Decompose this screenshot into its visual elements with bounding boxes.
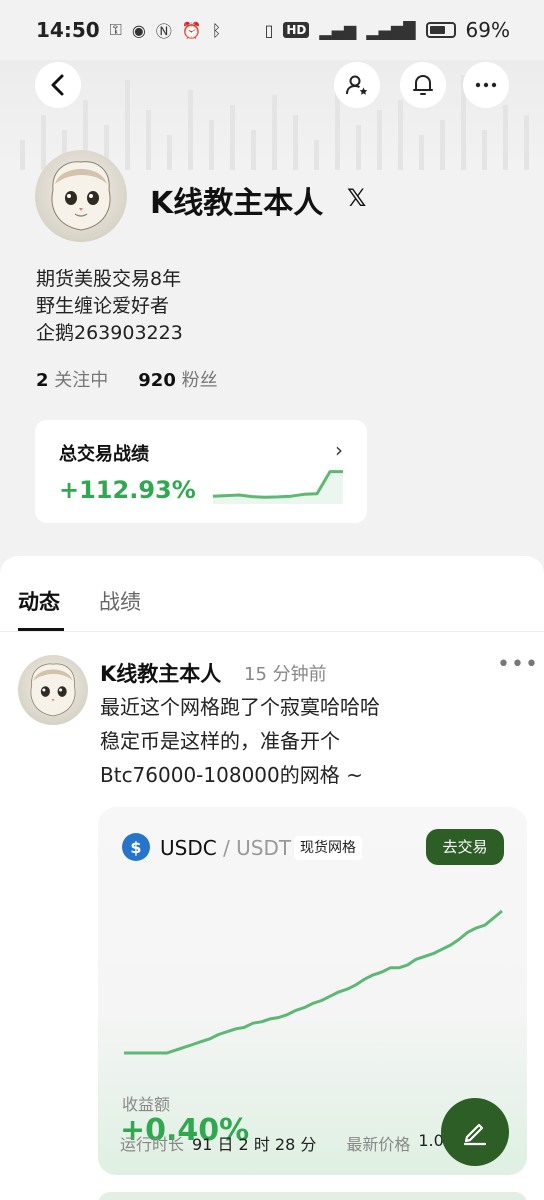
status-right: ▯ HD ▂▄▆ ▂▄▆█ 69% — [265, 18, 510, 42]
decorative-bar — [440, 120, 445, 170]
x-link-icon[interactable]: 𝕏 — [347, 184, 366, 212]
post-author[interactable]: K线教主本人 — [100, 658, 221, 688]
followers-label: 粉丝 — [181, 370, 218, 391]
decorative-bar — [251, 130, 256, 170]
decorative-bar — [188, 90, 193, 170]
decorative-bar — [314, 140, 319, 170]
decorative-bar — [524, 115, 529, 170]
following-stat[interactable]: 2 关注中 — [36, 366, 108, 392]
decorative-bar — [503, 105, 508, 170]
usdc-coin-icon: $ — [122, 833, 150, 861]
decorative-bar — [482, 130, 487, 170]
battery-icon — [425, 22, 456, 38]
followers-stat[interactable]: 920 粉丝 — [138, 366, 217, 392]
active-tab-indicator — [18, 628, 64, 631]
more-icon — [475, 82, 497, 88]
bell-icon — [413, 75, 433, 95]
tab-performance[interactable]: 战绩 — [99, 586, 141, 616]
compose-post-button[interactable] — [441, 1098, 509, 1166]
cat-avatar-image — [30, 663, 76, 717]
runtime-value: 91 日 2 时 28 分 — [192, 1135, 317, 1154]
battery-percent: 69% — [465, 18, 510, 42]
profit-label: 收益额 — [122, 1095, 171, 1114]
bio-line: 野生缠论爱好者 — [36, 295, 170, 317]
4g-signal-icon: ▂▄▆█ — [366, 20, 416, 40]
follow-user-icon — [346, 75, 368, 95]
status-time: 14:50 — [36, 18, 100, 42]
eye-icon: ◉ — [131, 20, 146, 40]
post-text: 最近这个网格跑了个寂寞哈哈哈 稳定币是这样的，准备开个 Btc76000-108… — [100, 690, 380, 792]
profile-bio: 期货美股交易8年 野生缠论爱好者 企鹅263903223 — [36, 266, 183, 347]
runtime-row: 运行时长 91 日 2 时 28 分 最新价格 1.0 — [120, 1131, 444, 1155]
profile-name: K线教主本人 — [150, 186, 324, 221]
trade-button[interactable]: 去交易 — [426, 829, 504, 865]
more-button[interactable] — [463, 62, 509, 108]
decorative-bar — [293, 115, 298, 170]
post-time: 15 分钟前 — [244, 664, 327, 685]
hd-icon: HD — [283, 22, 310, 38]
following-label: 关注中 — [54, 370, 109, 391]
status-bar: 14:50 ⚿ ◉ Ⓝ ⏰ ᛒ ▯ HD ▂▄▆ ▂▄▆█ 69% — [0, 0, 544, 60]
chevron-right-icon: › — [335, 438, 343, 462]
post-avatar[interactable] — [18, 655, 88, 725]
strategy-tag: 现货网格 — [294, 836, 362, 860]
nfc-icon: Ⓝ — [155, 22, 172, 41]
decorative-bar — [230, 105, 235, 170]
follow-button[interactable] — [334, 62, 380, 108]
decorative-bar — [146, 110, 151, 170]
decorative-bar — [209, 120, 214, 170]
price-value: 1.0 — [418, 1131, 444, 1150]
key-icon: ⚿ — [109, 20, 122, 39]
decorative-bar — [272, 95, 277, 170]
grid-profit-line — [124, 909, 503, 1055]
pair-quote: USDT — [236, 836, 292, 860]
performance-sparkline-area — [213, 471, 343, 504]
decorative-bar — [398, 100, 403, 170]
notification-button[interactable] — [400, 62, 446, 108]
battery-level — [429, 26, 445, 34]
bio-line: 期货美股交易8年 — [36, 268, 182, 290]
performance-sparkline — [212, 470, 343, 504]
following-count: 2 — [36, 370, 49, 391]
post-line: Btc76000-108000的网格 ~ — [100, 763, 363, 787]
next-card-peek — [98, 1192, 527, 1200]
decorative-bar — [41, 115, 46, 170]
bluetooth-icon: ᛒ — [211, 20, 222, 40]
price-label: 最新价格 — [346, 1135, 411, 1154]
pair-base: USDC — [160, 836, 217, 860]
performance-card[interactable]: 总交易战绩 › +112.93% — [35, 420, 367, 523]
back-button[interactable] — [35, 62, 81, 108]
runtime-label: 运行时长 — [120, 1135, 185, 1154]
signal-icon: ▂▄▆ — [319, 20, 357, 40]
grid-profit-chart — [124, 909, 503, 1055]
edit-icon — [463, 1123, 487, 1146]
post-line: 最近这个网格跑了个寂寞哈哈哈 — [100, 695, 380, 719]
tab-activity[interactable]: 动态 — [18, 586, 60, 616]
performance-value: +112.93% — [59, 476, 196, 504]
post-line: 稳定币是这样的，准备开个 — [100, 729, 340, 753]
performance-title: 总交易战绩 — [59, 444, 149, 465]
pair-separator: / — [223, 836, 230, 860]
decorative-bar — [377, 110, 382, 170]
followers-count: 920 — [138, 370, 176, 391]
follow-stats: 2 关注中 920 粉丝 — [36, 366, 218, 392]
tab-bar: 动态 战绩 — [0, 556, 544, 632]
decorative-bar — [356, 125, 361, 170]
cat-avatar-image — [51, 161, 111, 231]
decorative-bar — [419, 135, 424, 170]
decorative-bar — [125, 80, 130, 170]
post-more-icon[interactable]: ••• — [497, 652, 539, 677]
alarm-icon: ⏰ — [181, 20, 202, 40]
decorative-bar — [20, 140, 25, 170]
bio-line: 企鹅263903223 — [36, 322, 183, 344]
profile-avatar[interactable] — [35, 150, 127, 242]
vibrate-icon: ▯ — [264, 20, 274, 40]
trading-pair: USDC / USDT — [160, 836, 291, 860]
decorative-bar — [167, 135, 172, 170]
status-left: 14:50 ⚿ ◉ Ⓝ ⏰ ᛒ — [36, 18, 221, 42]
back-icon — [51, 74, 64, 96]
